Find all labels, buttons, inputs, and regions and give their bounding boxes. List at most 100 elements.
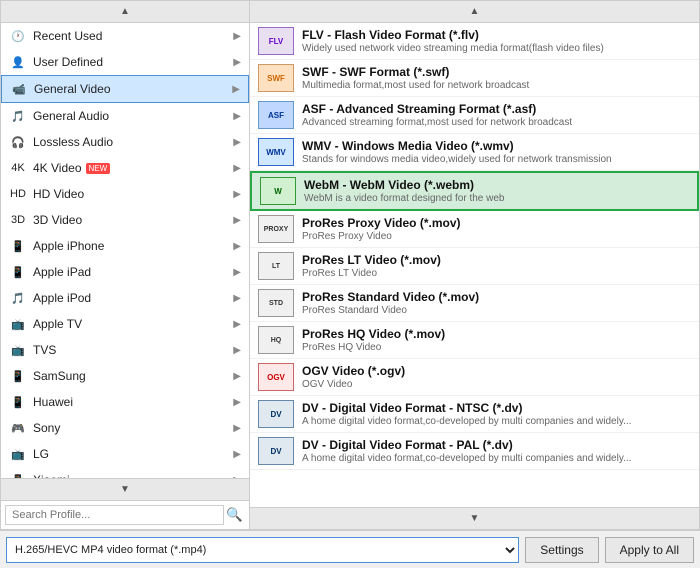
left-item-icon-lg: 📺 [9, 445, 27, 463]
right-item-icon-wmv: WMV [258, 138, 294, 166]
left-item-label-samsung: SamSung [33, 369, 86, 383]
right-item-desc-webm: WebM is a video format designed for the … [304, 193, 504, 204]
right-item-title-flv: FLV - Flash Video Format (*.flv) [302, 28, 604, 42]
right-item-prores-hq[interactable]: HQProRes HQ Video (*.mov)ProRes HQ Video [250, 322, 699, 359]
right-item-text-prores-lt: ProRes LT Video (*.mov)ProRes LT Video [302, 253, 441, 279]
right-item-text-prores-proxy: ProRes Proxy Video (*.mov)ProRes Proxy V… [302, 216, 461, 242]
left-item-4k-video[interactable]: 4K4K VideoNEW▶ [1, 155, 249, 181]
left-item-label-apple-ipad: Apple iPad [33, 265, 91, 279]
right-item-text-dv-pal: DV - Digital Video Format - PAL (*.dv)A … [302, 438, 631, 464]
left-item-arrow-3d-video: ▶ [233, 215, 241, 226]
left-item-general-audio[interactable]: 🎵 General Audio ▶ [1, 103, 249, 129]
apply-to-all-button[interactable]: Apply to All [605, 537, 694, 563]
left-item-apple-iphone[interactable]: 📱Apple iPhone▶ [1, 233, 249, 259]
left-item-arrow-samsung: ▶ [233, 371, 241, 382]
main-container: ▲ 🕐Recent Used▶👤User Defined▶📹General Vi… [0, 0, 700, 568]
right-item-text-webm: WebM - WebM Video (*.webm)WebM is a vide… [304, 178, 504, 204]
right-list: FLVFLV - Flash Video Format (*.flv)Widel… [250, 23, 699, 507]
left-item-icon-samsung: 📱 [9, 367, 27, 385]
right-scroll-down[interactable]: ▼ [250, 507, 699, 529]
right-item-desc-ogv: OGV Video [302, 379, 405, 390]
left-item-icon-lossless-audio: 🎧 [9, 133, 27, 151]
left-item-sony[interactable]: 🎮Sony▶ [1, 415, 249, 441]
right-item-title-webm: WebM - WebM Video (*.webm) [304, 178, 504, 192]
left-item-recent-used[interactable]: 🕐Recent Used▶ [1, 23, 249, 49]
left-item-icon-xiaomi: 📱 [9, 471, 27, 478]
left-item-label-3d-video: 3D Video [33, 213, 82, 227]
left-item-arrow-recent-used: ▶ [233, 31, 241, 42]
right-item-icon-prores-proxy: PROXY [258, 215, 294, 243]
left-item-arrow-4k-video: ▶ [233, 163, 241, 174]
left-item-hd-video[interactable]: HD HD Video ▶ [1, 181, 249, 207]
right-item-wmv[interactable]: WMV WMV - Windows Media Video (*.wmv)Stan… [250, 134, 699, 171]
left-item-label-sony: Sony [33, 421, 60, 435]
right-item-flv[interactable]: FLVFLV - Flash Video Format (*.flv)Widel… [250, 23, 699, 60]
left-item-icon-huawei: 📱 [9, 393, 27, 411]
right-panel: ▲ FLVFLV - Flash Video Format (*.flv)Wid… [250, 0, 700, 530]
right-item-title-ogv: OGV Video (*.ogv) [302, 364, 405, 378]
right-item-icon-asf: ASF [258, 101, 294, 129]
left-item-icon-4k-video: 4K [9, 159, 27, 177]
left-item-label-hd-video: HD Video [33, 187, 84, 201]
right-item-prores-proxy[interactable]: PROXY ProRes Proxy Video (*.mov)ProRes Pr… [250, 211, 699, 248]
output-format-select[interactable]: H.265/HEVC MP4 video format (*.mp4) [6, 537, 519, 563]
left-item-general-video[interactable]: 📹General Video▶ [1, 75, 249, 103]
left-item-arrow-hd-video: ▶ [233, 189, 241, 200]
right-scroll-up[interactable]: ▲ [250, 1, 699, 23]
left-item-xiaomi[interactable]: 📱Xiaomi▶ [1, 467, 249, 478]
left-item-icon-general-audio: 🎵 [9, 107, 27, 125]
right-item-icon-flv: FLV [258, 27, 294, 55]
right-item-desc-dv-ntsc: A home digital video format,co-developed… [302, 416, 631, 427]
search-box: 🔍 [1, 500, 249, 529]
left-item-3d-video[interactable]: 3D 3D Video ▶ [1, 207, 249, 233]
search-input[interactable] [5, 505, 224, 525]
right-item-prores-standard[interactable]: STDProRes Standard Video (*.mov)ProRes S… [250, 285, 699, 322]
search-button[interactable]: 🔍 [224, 505, 245, 525]
right-item-title-prores-lt: ProRes LT Video (*.mov) [302, 253, 441, 267]
left-item-icon-recent-used: 🕐 [9, 27, 27, 45]
left-item-arrow-huawei: ▶ [233, 397, 241, 408]
right-item-prores-lt[interactable]: LTProRes LT Video (*.mov)ProRes LT Video [250, 248, 699, 285]
bottom-bar: H.265/HEVC MP4 video format (*.mp4) Sett… [0, 530, 700, 568]
right-item-text-wmv: WMV - Windows Media Video (*.wmv)Stands … [302, 139, 612, 165]
left-item-icon-general-video: 📹 [10, 80, 28, 98]
right-item-ogv[interactable]: OGVOGV Video (*.ogv)OGV Video [250, 359, 699, 396]
left-item-apple-tv[interactable]: 📺Apple TV▶ [1, 311, 249, 337]
left-item-icon-apple-iphone: 📱 [9, 237, 27, 255]
left-item-samsung[interactable]: 📱 SamSung ▶ [1, 363, 249, 389]
left-item-lg[interactable]: 📺LG▶ [1, 441, 249, 467]
left-item-apple-ipod[interactable]: 🎵Apple iPod▶ [1, 285, 249, 311]
left-item-label-general-audio: General Audio [33, 109, 109, 123]
right-item-asf[interactable]: ASF ASF - Advanced Streaming Format (*.as… [250, 97, 699, 134]
left-item-icon-3d-video: 3D [9, 211, 27, 229]
left-item-icon-hd-video: HD [9, 185, 27, 203]
left-item-icon-apple-ipod: 🎵 [9, 289, 27, 307]
settings-button[interactable]: Settings [525, 537, 598, 563]
right-item-dv-ntsc[interactable]: DVDV - Digital Video Format - NTSC (*.dv… [250, 396, 699, 433]
right-item-icon-dv-pal: DV [258, 437, 294, 465]
left-item-tvs[interactable]: 📺TVS▶ [1, 337, 249, 363]
left-scroll-down[interactable]: ▼ [1, 478, 249, 500]
right-item-webm[interactable]: W WebM - WebM Video (*.webm)WebM is a vid… [250, 171, 699, 211]
content-area: ▲ 🕐Recent Used▶👤User Defined▶📹General Vi… [0, 0, 700, 530]
new-badge: NEW [86, 163, 111, 174]
right-item-icon-dv-ntsc: DV [258, 400, 294, 428]
left-item-label-tvs: TVS [33, 343, 56, 357]
left-item-huawei[interactable]: 📱Huawei▶ [1, 389, 249, 415]
left-item-arrow-user-defined: ▶ [233, 57, 241, 68]
left-item-lossless-audio[interactable]: 🎧Lossless Audio▶ [1, 129, 249, 155]
left-item-label-lossless-audio: Lossless Audio [33, 135, 113, 149]
right-item-title-wmv: WMV - Windows Media Video (*.wmv) [302, 139, 612, 153]
left-item-icon-apple-ipad: 📱 [9, 263, 27, 281]
right-item-dv-pal[interactable]: DV DV - Digital Video Format - PAL (*.dv)… [250, 433, 699, 470]
right-item-title-asf: ASF - Advanced Streaming Format (*.asf) [302, 102, 572, 116]
left-scroll-up[interactable]: ▲ [1, 1, 249, 23]
left-list: 🕐Recent Used▶👤User Defined▶📹General Vide… [1, 23, 249, 478]
left-item-label-apple-ipod: Apple iPod [33, 291, 91, 305]
left-panel: ▲ 🕐Recent Used▶👤User Defined▶📹General Vi… [0, 0, 250, 530]
left-item-apple-ipad[interactable]: 📱Apple iPad▶ [1, 259, 249, 285]
right-item-swf[interactable]: SWFSWF - SWF Format (*.swf)Multimedia fo… [250, 60, 699, 97]
left-item-user-defined[interactable]: 👤User Defined▶ [1, 49, 249, 75]
right-item-icon-webm: W [260, 177, 296, 205]
left-item-arrow-general-audio: ▶ [233, 111, 241, 122]
